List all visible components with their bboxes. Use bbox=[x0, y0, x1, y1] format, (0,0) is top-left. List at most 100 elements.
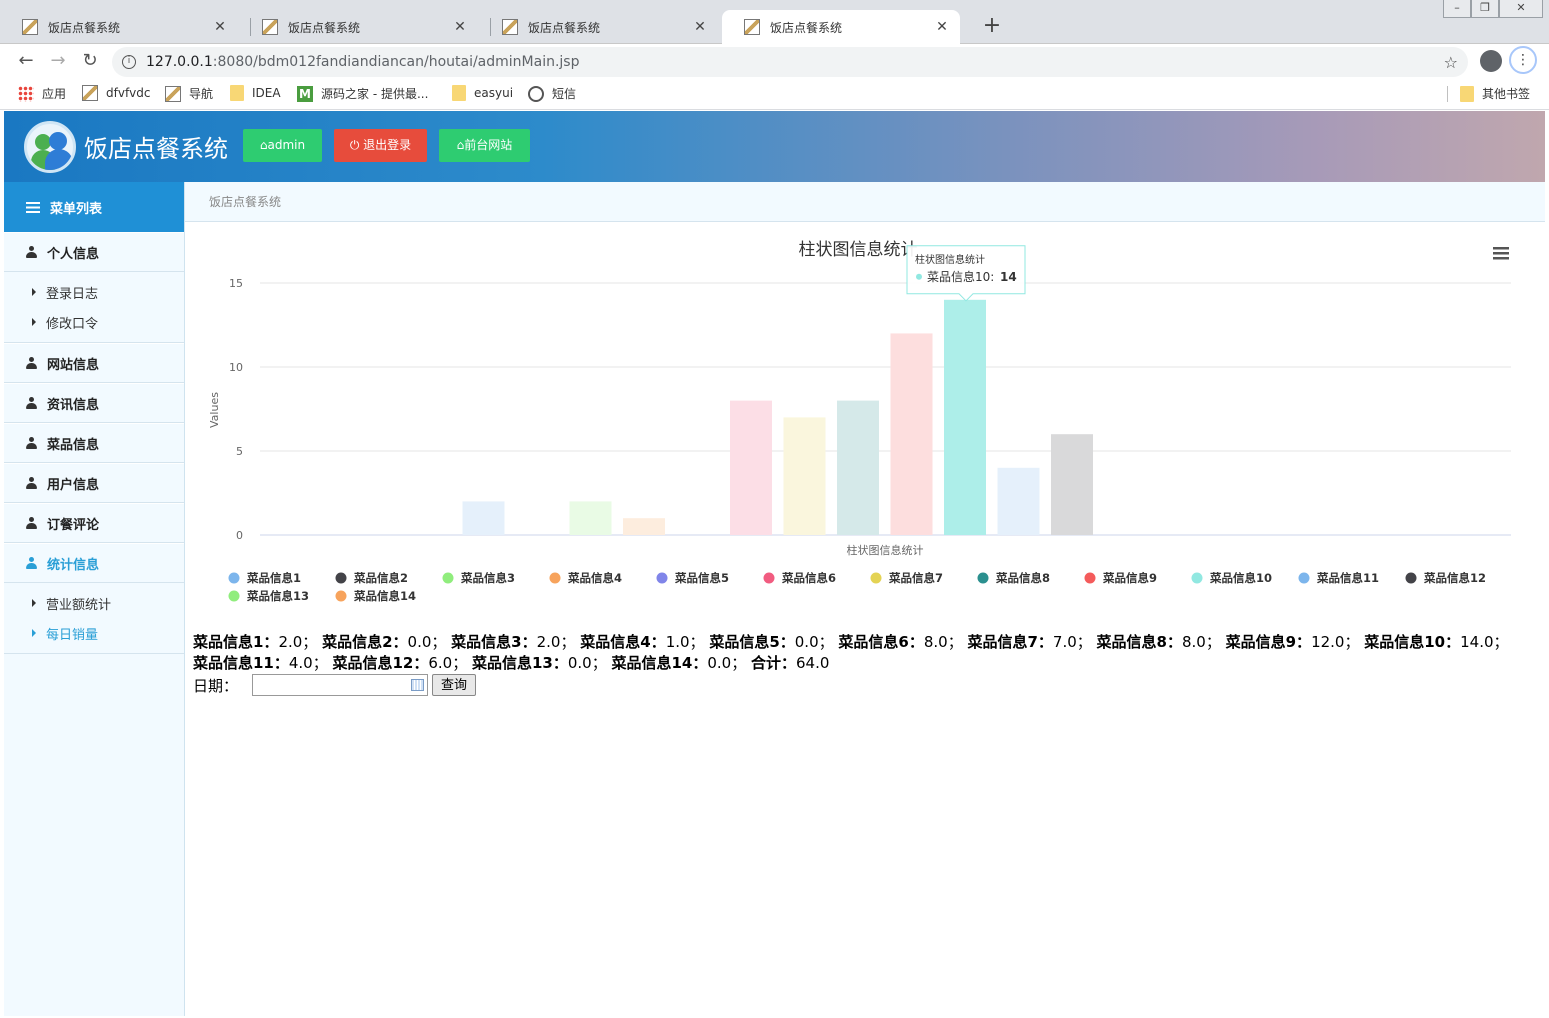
sidebar-item-statistics[interactable]: 统计信息 bbox=[4, 543, 184, 583]
tab-close-icon[interactable]: ✕ bbox=[212, 19, 228, 35]
legend-item[interactable]: 菜品信息10 bbox=[1209, 571, 1272, 585]
restore-icon[interactable]: ❐ bbox=[1471, 0, 1499, 18]
bookmark-idea[interactable]: IDEA bbox=[230, 85, 281, 101]
bookmark-nav[interactable]: 导航 bbox=[165, 85, 213, 102]
url-input[interactable]: i 127.0.0.1:8080/bdm012fandiandiancan/ho… bbox=[112, 47, 1468, 77]
chart-menu-icon[interactable] bbox=[1493, 247, 1509, 260]
summary-value: 2.0； bbox=[278, 633, 323, 651]
legend-item[interactable]: 菜品信息8 bbox=[995, 571, 1050, 585]
browser-tab-4[interactable]: 饭店点餐系统 ✕ bbox=[722, 10, 960, 44]
site-info-icon[interactable]: i bbox=[122, 55, 136, 69]
apps-icon bbox=[18, 85, 34, 102]
forward-arrow-icon[interactable]: → bbox=[46, 49, 70, 73]
page-favicon-icon bbox=[22, 19, 38, 35]
legend-item[interactable]: 菜品信息9 bbox=[1102, 571, 1157, 585]
summary-value: 7.0； bbox=[1052, 633, 1097, 651]
bookmark-sms[interactable]: 短信 bbox=[528, 85, 576, 102]
legend-item[interactable]: 菜品信息5 bbox=[674, 571, 729, 585]
y-tick-label: 10 bbox=[229, 361, 243, 374]
tab-title: 饭店点餐系统 bbox=[528, 20, 601, 35]
menu-heading-label: 菜单列表 bbox=[50, 201, 103, 217]
profile-avatar-icon[interactable] bbox=[1480, 50, 1502, 72]
legend-marker bbox=[1191, 572, 1203, 584]
legend-item[interactable]: 菜品信息6 bbox=[781, 571, 836, 585]
legend-item[interactable]: 菜品信息13 bbox=[246, 589, 309, 603]
user-icon bbox=[26, 357, 37, 369]
bookmark-label: IDEA bbox=[252, 86, 281, 100]
back-arrow-icon[interactable]: ← bbox=[14, 49, 38, 73]
admin-button-label: admin bbox=[267, 138, 306, 152]
legend-item[interactable]: 菜品信息14 bbox=[353, 589, 416, 603]
logout-button[interactable]: ⏻ 退出登录 bbox=[334, 129, 427, 162]
summary-key: 菜品信息4： bbox=[580, 633, 666, 651]
tab-close-icon[interactable]: ✕ bbox=[934, 19, 950, 35]
bookmark-source[interactable]: M 源码之家 - 提供最... bbox=[297, 85, 428, 102]
minimize-icon[interactable]: – bbox=[1443, 0, 1471, 18]
tab-close-icon[interactable]: ✕ bbox=[452, 19, 468, 35]
sidebar-item-user-info[interactable]: 用户信息 bbox=[4, 463, 184, 503]
summary-value: 14.0； bbox=[1460, 633, 1509, 651]
summary-value: 0.0； bbox=[567, 654, 612, 672]
user-icon bbox=[26, 557, 37, 569]
legend-item[interactable]: 菜品信息2 bbox=[353, 571, 408, 585]
sidebar-item-site-info[interactable]: 网站信息 bbox=[4, 343, 184, 383]
tab-close-icon[interactable]: ✕ bbox=[692, 19, 708, 35]
caret-right-icon bbox=[32, 288, 36, 296]
y-axis-label: Values bbox=[208, 392, 221, 428]
summary-value: 1.0； bbox=[665, 633, 710, 651]
bar bbox=[783, 417, 826, 535]
folder-icon bbox=[452, 85, 466, 101]
page-favicon-icon bbox=[262, 19, 278, 35]
sidebar-item-news-info[interactable]: 资讯信息 bbox=[4, 383, 184, 423]
front-site-button[interactable]: ⌂前台网站 bbox=[439, 129, 530, 162]
bookmark-label: 其他书签 bbox=[1482, 87, 1531, 101]
sidebar-item-order-comments[interactable]: 订餐评论 bbox=[4, 503, 184, 543]
sidebar-subitem-login-log[interactable]: 登录日志 bbox=[4, 277, 184, 307]
sidebar-item-label: 用户信息 bbox=[47, 477, 100, 493]
bookmark-separator bbox=[1447, 86, 1448, 102]
legend-marker bbox=[656, 572, 668, 584]
bookmark-star-icon[interactable]: ☆ bbox=[1444, 53, 1458, 72]
submenu-personal-info: 登录日志 修改口令 bbox=[4, 272, 184, 343]
url-path: :8080/bdm012fandiandiancan/houtai/adminM… bbox=[212, 54, 580, 70]
user-icon bbox=[26, 246, 37, 258]
sidebar-subitem-revenue-stats[interactable]: 营业额统计 bbox=[4, 588, 184, 618]
bookmark-other[interactable]: 其他书签 bbox=[1460, 85, 1530, 102]
sidebar-item-dish-info[interactable]: 菜品信息 bbox=[4, 423, 184, 463]
legend-item[interactable]: 菜品信息4 bbox=[567, 571, 622, 585]
admin-button[interactable]: ⌂admin bbox=[243, 129, 322, 162]
browser-tab-1[interactable]: 饭店点餐系统 ✕ bbox=[0, 10, 238, 44]
legend-item[interactable]: 菜品信息3 bbox=[460, 571, 515, 585]
caret-right-icon bbox=[32, 629, 36, 637]
summary-value: 8.0； bbox=[923, 633, 968, 651]
sidebar-subitem-daily-sales[interactable]: 每日销量 bbox=[4, 618, 184, 648]
bookmark-dfvfvdc[interactable]: dfvfvdc bbox=[82, 85, 150, 101]
sidebar-subitem-change-password[interactable]: 修改口令 bbox=[4, 307, 184, 337]
legend-item[interactable]: 菜品信息12 bbox=[1423, 571, 1486, 585]
bar bbox=[730, 400, 772, 535]
browser-menu-icon[interactable]: ⋮ bbox=[1509, 46, 1537, 74]
app-title: 饭店点餐系统 bbox=[84, 135, 228, 163]
legend-item[interactable]: 菜品信息11 bbox=[1316, 571, 1379, 585]
legend-marker bbox=[1298, 572, 1310, 584]
tooltip-value: 14 bbox=[1000, 270, 1017, 284]
calendar-icon[interactable] bbox=[411, 679, 425, 691]
query-button[interactable]: 查询 bbox=[432, 674, 477, 696]
legend-item[interactable]: 菜品信息7 bbox=[888, 571, 943, 585]
legend-item[interactable]: 菜品信息1 bbox=[246, 571, 301, 585]
page-favicon-icon bbox=[744, 19, 760, 35]
date-input[interactable] bbox=[252, 674, 429, 696]
new-tab-icon[interactable]: + bbox=[980, 12, 1004, 40]
bookmark-apps[interactable]: 应用 bbox=[18, 85, 66, 102]
window-close-icon[interactable]: ✕ bbox=[1499, 0, 1543, 18]
bookmark-label: 导航 bbox=[189, 87, 214, 101]
legend-marker bbox=[1405, 572, 1417, 584]
legend-marker bbox=[228, 590, 240, 602]
tooltip-title: 柱状图信息统计 bbox=[915, 253, 985, 266]
x-axis-label: 柱状图信息统计 bbox=[847, 543, 924, 557]
browser-tab-2[interactable]: 饭店点餐系统 ✕ bbox=[240, 10, 478, 44]
reload-icon[interactable]: ↻ bbox=[78, 49, 102, 73]
bookmark-easyui[interactable]: easyui bbox=[452, 85, 513, 101]
sidebar-item-personal-info[interactable]: 个人信息 bbox=[4, 232, 184, 272]
browser-tab-3[interactable]: 饭店点餐系统 ✕ bbox=[480, 10, 718, 44]
